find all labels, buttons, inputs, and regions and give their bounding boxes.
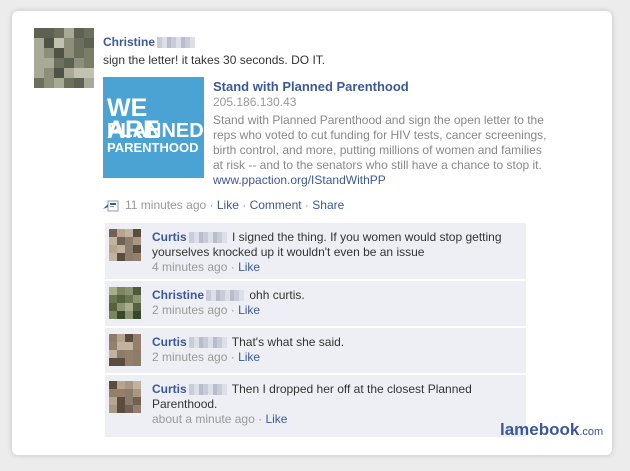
attachment-subtitle: 205.186.130.43 [213, 95, 297, 109]
watermark-tld: .com [579, 426, 604, 438]
redacted-surname [157, 37, 196, 49]
logo-line-3: PARENTHOOD [107, 140, 199, 155]
comment-body: Curtis Then I dropped her off at the clo… [152, 382, 520, 427]
attachment-title[interactable]: Stand with Planned Parenthood [213, 79, 409, 94]
commenter-name[interactable]: Curtis [152, 230, 187, 244]
redacted-surname [188, 337, 227, 349]
watermark-logo: lamebook.com [500, 420, 603, 440]
attachment-thumbnail[interactable]: WE ARE PLANNED PARENTHOOD [103, 77, 204, 178]
separator: · [304, 198, 309, 212]
comment-body: Curtis That's what she said. 2 minutes a… [152, 335, 520, 365]
comment-timestamp[interactable]: 2 minutes ago [152, 350, 227, 364]
separator: · [230, 350, 235, 364]
story-card: Christine sign the letter! it takes 30 s… [12, 11, 612, 455]
comment-link[interactable]: Comment [250, 198, 302, 212]
attachment-description-text: Stand with Planned Parenthood and sign t… [213, 113, 547, 172]
comment-item: Curtis That's what she said. 2 minutes a… [105, 328, 526, 374]
post-text: sign the letter! it takes 30 seconds. DO… [103, 53, 326, 67]
comment-text: ohh curtis. [249, 288, 305, 302]
comment-like-link[interactable]: Like [238, 260, 260, 274]
commenter-avatar[interactable] [109, 334, 141, 366]
attachment-description: Stand with Planned Parenthood and sign t… [213, 113, 553, 188]
post-timestamp[interactable]: 11 minutes ago [125, 198, 206, 212]
logo-line-2: PLANNED [107, 120, 204, 142]
redacted-surname [188, 232, 227, 244]
commenter-name[interactable]: Curtis [152, 335, 187, 349]
comment-like-link[interactable]: Like [238, 350, 260, 364]
share-link[interactable]: Share [312, 198, 344, 212]
comment-body: Curtis I signed the thing. If you women … [152, 230, 520, 275]
separator: · [242, 198, 247, 212]
redacted-surname [206, 290, 245, 302]
comment-timestamp[interactable]: 4 minutes ago [152, 260, 227, 274]
post-author-name[interactable]: Christine [103, 35, 155, 49]
comment-like-link[interactable]: Like [238, 303, 260, 317]
commenter-avatar[interactable] [109, 229, 141, 261]
comment-item: Curtis Then I dropped her off at the clo… [105, 375, 526, 438]
like-link[interactable]: Like [217, 198, 239, 212]
comment-item: Curtis I signed the thing. If you women … [105, 223, 526, 280]
watermark-brand: lamebook [500, 420, 580, 439]
comment-item: Christine ohh curtis. 2 minutes ago · Li… [105, 281, 526, 327]
separator: · [209, 198, 214, 212]
commenter-name[interactable]: Christine [152, 288, 204, 302]
commenter-name[interactable]: Curtis [152, 382, 187, 396]
author-avatar[interactable] [34, 28, 94, 88]
comment-like-link[interactable]: Like [265, 412, 287, 426]
attachment-url[interactable]: www.ppaction.org/IStandWithPP [213, 173, 386, 187]
share-link-icon [103, 200, 119, 212]
commenter-avatar[interactable] [109, 287, 141, 319]
commenter-avatar[interactable] [109, 381, 141, 413]
post-author-line: Christine [103, 35, 197, 49]
comment-text: That's what she said. [231, 335, 345, 349]
comment-timestamp[interactable]: 2 minutes ago [152, 303, 227, 317]
comment-body: Christine ohh curtis. 2 minutes ago · Li… [152, 288, 520, 318]
separator: · [258, 412, 263, 426]
post-action-bar: 11 minutes ago · Like · Comment · Share [103, 198, 344, 212]
comment-timestamp[interactable]: about a minute ago [152, 412, 255, 426]
separator: · [230, 303, 235, 317]
redacted-surname [188, 384, 227, 396]
separator: · [230, 260, 235, 274]
